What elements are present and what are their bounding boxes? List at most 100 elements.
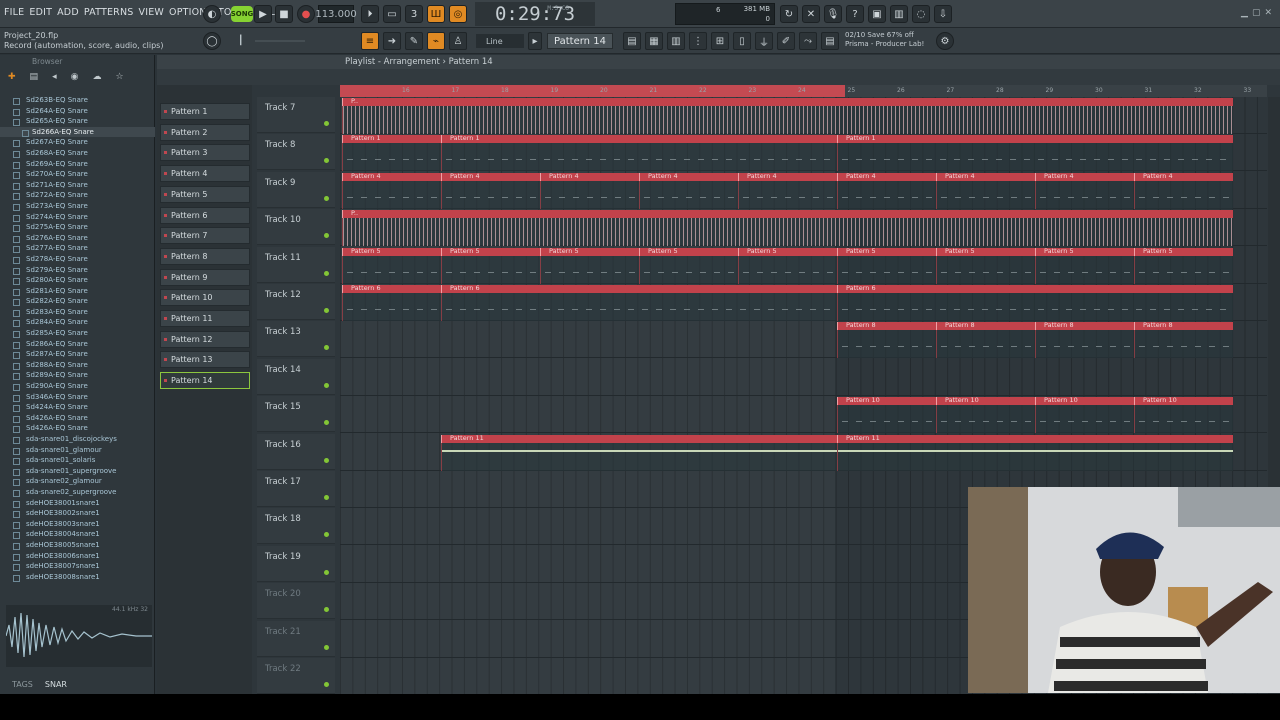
menu-item-view[interactable]: VIEW [139, 7, 165, 18]
clip-header[interactable]: Pattern 8 [837, 321, 936, 331]
clip-header[interactable]: P.. [342, 97, 1233, 106]
track-mute-led[interactable] [324, 345, 329, 351]
browser-file-item[interactable]: Sd269A-EQ Snare [0, 159, 155, 170]
prev-pattern-icon[interactable]: ▸ [528, 32, 542, 50]
pattern-clip[interactable]: Pattern 6 [342, 284, 441, 321]
clip-header[interactable]: Pattern 1 [342, 134, 441, 144]
help-icon[interactable]: ? [846, 5, 864, 23]
clip-body[interactable] [1035, 405, 1134, 434]
pattern-clip[interactable]: Pattern 1 [441, 134, 837, 172]
clip-header[interactable]: Pattern 5 [441, 247, 540, 256]
mixer-icon[interactable]: ▤ [623, 32, 641, 50]
browser-file-item[interactable]: sda-snare01_discojockeys [0, 434, 155, 445]
clip-header[interactable]: Pattern 8 [1134, 321, 1233, 331]
clip-body[interactable] [342, 143, 441, 172]
menu-item-add[interactable]: ADD [57, 7, 79, 18]
clip-header[interactable]: Pattern 4 [738, 172, 837, 181]
track-mute-led[interactable] [324, 495, 329, 500]
tools-icon[interactable]: ✕ [802, 5, 820, 23]
browser-file-item[interactable]: sdeHOE38004snare1 [0, 529, 155, 540]
brush-icon[interactable]: ✐ [777, 32, 795, 50]
countdown-icon[interactable]: 3 [405, 5, 423, 23]
track-header[interactable]: Track 13 [257, 321, 335, 358]
snap-selector[interactable]: Line [476, 34, 524, 48]
clip-body[interactable] [1134, 255, 1233, 284]
browser-file-item[interactable]: Sd272A-EQ Snare [0, 190, 155, 201]
pattern-picker-item[interactable]: Pattern 6 [160, 206, 250, 224]
pattern-clip[interactable]: Pattern 8 [936, 321, 1035, 359]
clip-header[interactable]: P.. [342, 209, 1233, 219]
clip-header[interactable]: Pattern 8 [936, 321, 1035, 331]
playlist-menu-icon[interactable]: ≡ [361, 32, 379, 50]
folder-icon[interactable]: ▤ [30, 72, 39, 84]
clip-body[interactable] [837, 293, 1233, 321]
pattern-picker-item[interactable]: Pattern 10 [160, 289, 250, 307]
speaker-icon[interactable]: ◂ [52, 72, 57, 84]
clip-header[interactable]: Pattern 5 [540, 247, 639, 256]
browser-file-item[interactable]: Sd274A-EQ Snare [0, 212, 155, 223]
pattern-picker-item[interactable]: Pattern 7 [160, 227, 250, 245]
pattern-clip[interactable]: Pattern 4 [441, 172, 540, 209]
play-button[interactable]: ▶ [254, 5, 272, 23]
browser-file-item[interactable]: Sd280A-EQ Snare [0, 275, 155, 286]
track-mute-led[interactable] [324, 457, 329, 463]
track-mute-led[interactable] [324, 607, 329, 613]
pattern-clip[interactable]: Pattern 5 [837, 247, 936, 284]
track-header[interactable]: Track 14 [257, 358, 335, 395]
pattern-clip[interactable]: Pattern 6 [837, 284, 1233, 321]
clip-body[interactable] [936, 255, 1035, 284]
song-mode-toggle[interactable]: SONG [231, 6, 253, 22]
browser-file-item[interactable]: Sd263B-EQ Snare [0, 95, 155, 106]
browser-file-item[interactable]: Sd278A-EQ Snare [0, 254, 155, 265]
track-header[interactable]: Track 21 [257, 620, 335, 657]
pattern-clip[interactable]: Pattern 4 [1035, 172, 1134, 209]
clip-body[interactable] [837, 405, 936, 434]
track-header[interactable]: Track 22 [257, 658, 335, 694]
clip-header[interactable]: Pattern 1 [441, 134, 837, 144]
clip-body[interactable] [540, 180, 639, 209]
browser-file-item[interactable]: sdeHOE38003snare1 [0, 519, 155, 530]
browser-file-item[interactable]: Sd273A-EQ Snare [0, 201, 155, 212]
track-mute-led[interactable] [324, 195, 329, 201]
clip-body[interactable] [441, 180, 540, 209]
browser-file-item[interactable]: sda-snare02_supergroove [0, 487, 155, 498]
pattern-clip[interactable]: Pattern 4 [837, 172, 936, 209]
clip-header[interactable]: Pattern 4 [1134, 172, 1233, 181]
playlist-icon[interactable]: ⋮ [689, 32, 707, 50]
browser-file-item[interactable]: Sd264A-EQ Snare [0, 106, 155, 117]
track-header[interactable]: Track 9 [257, 171, 335, 208]
chat-icon[interactable]: ◌ [912, 5, 930, 23]
pattern-clip[interactable]: Pattern 1 [342, 134, 441, 172]
browser-file-item[interactable]: Sd288A-EQ Snare [0, 360, 155, 371]
pencil-icon[interactable]: ✎ [405, 32, 423, 50]
pattern-clip[interactable]: Pattern 6 [441, 284, 837, 321]
browser-file-item[interactable]: Sd424A-EQ Snare [0, 402, 155, 413]
clip-body[interactable] [1035, 255, 1134, 284]
clip-header[interactable]: Pattern 5 [1134, 247, 1233, 256]
browser-file-item[interactable]: Sd426A-EQ Snare [0, 423, 155, 434]
clip-body[interactable] [1035, 330, 1134, 359]
paint-icon[interactable]: ⌁ [427, 32, 445, 50]
clip-body[interactable] [837, 330, 936, 359]
browser-file-item[interactable]: sdeHOE38005snare1 [0, 540, 155, 551]
clip-body[interactable] [342, 106, 1233, 134]
pattern-clip[interactable]: Pattern 10 [1134, 396, 1233, 434]
refresh-icon[interactable]: ↻ [780, 5, 798, 23]
browser-toggle-icon[interactable]: ⊞ [711, 32, 729, 50]
browser-file-item[interactable]: Sd270A-EQ Snare [0, 169, 155, 180]
master-pitch-icon[interactable]: ┃ [238, 36, 243, 46]
clip-body[interactable] [837, 180, 936, 209]
file-list[interactable]: Sd263B-EQ Snare Sd264A-EQ Snare Sd265A-EQ … [0, 95, 155, 645]
track-header[interactable]: Track 19 [257, 545, 335, 582]
timeline[interactable]: 16 17 18 19 20 21 22 23 24 25 26 27 28 29 30 31 32 33 [340, 85, 1267, 97]
browser-file-item[interactable]: Sd282A-EQ Snare [0, 296, 155, 307]
clip-header[interactable]: Pattern 10 [936, 396, 1035, 406]
clip-header[interactable]: Pattern 4 [936, 172, 1035, 181]
track-mute-led[interactable] [324, 569, 329, 575]
pattern-picker-item[interactable]: Pattern 8 [160, 247, 250, 265]
pattern-clip[interactable]: Pattern 4 [639, 172, 738, 209]
pattern-clip[interactable]: Pattern 1 [837, 134, 1233, 172]
clip-body[interactable] [441, 442, 837, 471]
track-header[interactable]: Track 11 [257, 246, 335, 283]
clip-header[interactable]: Pattern 5 [837, 247, 936, 256]
